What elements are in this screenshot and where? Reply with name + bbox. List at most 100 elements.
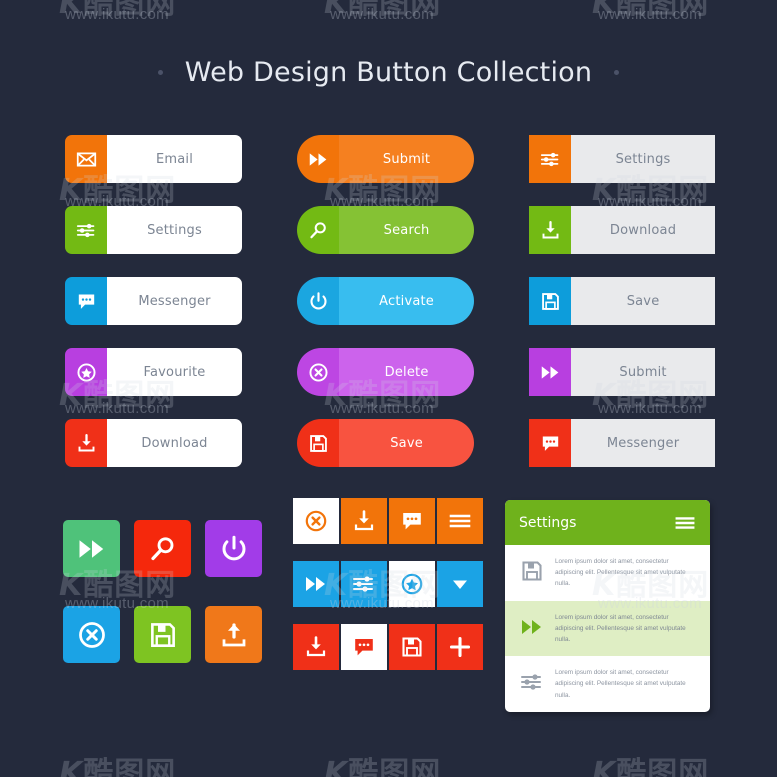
tile-upload[interactable]	[205, 606, 262, 663]
sliders-icon	[65, 206, 107, 254]
button-submit-right[interactable]: Submit	[529, 348, 715, 396]
toolbar-cell-close-circle[interactable]	[293, 498, 339, 544]
settings-panel-title: Settings	[519, 514, 577, 531]
button-label: Messenger	[107, 277, 243, 325]
toolbar-cell-chat[interactable]	[389, 498, 435, 544]
settings-panel-list: Lorem ipsum dolor sit amet, consectetur …	[505, 545, 710, 712]
toolbar-cell-sliders[interactable]	[341, 561, 387, 607]
fast-forward-icon	[297, 135, 340, 183]
button-search-middle[interactable]: Search	[297, 206, 475, 254]
button-label: Submit	[571, 348, 715, 396]
toolbar-cell-floppy[interactable]	[389, 624, 435, 670]
page-title-row: Web Design Button Collection	[0, 57, 777, 88]
button-label: Activate	[339, 277, 475, 325]
settings-list-item-text: Lorem ipsum dolor sit amet, consectetur …	[555, 669, 686, 699]
button-messenger-left[interactable]: Messenger	[65, 277, 243, 325]
fast-forward-icon	[529, 348, 572, 396]
button-label: Search	[339, 206, 475, 254]
toolbar-cell-plus[interactable]	[437, 624, 483, 670]
watermark-logo: K酷图网	[592, 756, 710, 777]
tile-fast-forward[interactable]	[63, 520, 120, 577]
button-label: Messenger	[571, 419, 715, 467]
poster-canvas: www.ikutu.com www.ikutu.com www.ikutu.com w…	[0, 0, 777, 777]
tile-close-circle[interactable]	[63, 606, 120, 663]
button-row: Settings Search Download	[65, 206, 715, 254]
button-favourite-left[interactable]: Favourite	[65, 348, 243, 396]
page-title: Web Design Button Collection	[184, 57, 593, 88]
button-row: Download Save Messenger	[65, 419, 715, 467]
button-row: Email Submit Settings	[65, 135, 715, 183]
chat-icon	[65, 277, 107, 325]
button-messenger-right[interactable]: Messenger	[529, 419, 715, 467]
button-label: Settings	[107, 206, 243, 254]
toolbar-strip	[293, 498, 483, 544]
watermark-logo: K酷图网	[592, 0, 710, 21]
power-icon	[297, 277, 340, 325]
button-download-left[interactable]: Download	[65, 419, 243, 467]
button-delete-middle[interactable]: Delete	[297, 348, 475, 396]
button-label: Submit	[339, 135, 475, 183]
download-icon	[529, 206, 572, 254]
toolbar-strip	[293, 624, 483, 670]
toolbar-cell-chat[interactable]	[341, 624, 387, 670]
tile-power[interactable]	[205, 520, 262, 577]
button-label: Delete	[339, 348, 475, 396]
toolbar-cell-star-circle[interactable]	[389, 561, 435, 607]
sliders-icon	[519, 669, 545, 695]
button-settings-left[interactable]: Settings	[65, 206, 243, 254]
toolbar-cell-fast-forward[interactable]	[293, 561, 339, 607]
settings-list-item[interactable]: Lorem ipsum dolor sit amet, consectetur …	[505, 656, 710, 712]
button-label: Save	[339, 419, 475, 467]
button-label: Settings	[571, 135, 715, 183]
toolbar-cell-download[interactable]	[293, 624, 339, 670]
settings-list-item[interactable]: Lorem ipsum dolor sit amet, consectetur …	[505, 600, 710, 657]
title-dot-right	[614, 70, 620, 75]
star-circle-icon	[65, 348, 107, 396]
button-settings-right[interactable]: Settings	[529, 135, 715, 183]
button-row: Messenger Activate Save	[65, 277, 715, 325]
floppy-icon	[519, 558, 545, 584]
button-label: Save	[571, 277, 715, 325]
settings-list-item-text: Lorem ipsum dolor sit amet, consectetur …	[555, 558, 686, 588]
toolbar-cell-hamburger[interactable]	[437, 498, 483, 544]
button-label: Favourite	[107, 348, 243, 396]
watermark-text: www.ikutu.com	[65, 6, 169, 23]
tile-search[interactable]	[134, 520, 191, 577]
button-save-middle[interactable]: Save	[297, 419, 475, 467]
toolbar-cell-caret-down[interactable]	[437, 561, 483, 607]
button-email-left[interactable]: Email	[65, 135, 243, 183]
tile-row	[63, 520, 262, 577]
tile-row	[63, 606, 262, 663]
floppy-icon	[529, 277, 572, 325]
title-dot-left	[157, 70, 163, 75]
tile-floppy[interactable]	[134, 606, 191, 663]
envelope-icon	[65, 135, 107, 183]
watermark-logo: K酷图网	[324, 756, 442, 777]
button-submit-middle[interactable]: Submit	[297, 135, 475, 183]
icon-toolbar-strips	[293, 498, 483, 687]
button-download-right[interactable]: Download	[529, 206, 715, 254]
sliders-icon	[529, 135, 572, 183]
watermark-logo: K酷图网	[324, 0, 442, 21]
button-activate-middle[interactable]: Activate	[297, 277, 475, 325]
toolbar-cell-download[interactable]	[341, 498, 387, 544]
button-label: Download	[107, 419, 243, 467]
download-icon	[65, 419, 107, 467]
button-label: Download	[571, 206, 715, 254]
settings-panel-header: Settings	[505, 500, 710, 545]
watermark-text: www.ikutu.com	[598, 6, 702, 23]
search-icon	[297, 206, 340, 254]
button-save-right[interactable]: Save	[529, 277, 715, 325]
close-circle-icon	[297, 348, 340, 396]
settings-list-item[interactable]: Lorem ipsum dolor sit amet, consectetur …	[505, 545, 710, 601]
hamburger-icon[interactable]	[674, 512, 696, 534]
floppy-icon	[297, 419, 340, 467]
fast-forward-icon	[519, 614, 545, 640]
watermark-logo: K酷图网	[59, 0, 177, 21]
button-row: Favourite Delete Submit	[65, 348, 715, 396]
watermark-text: www.ikutu.com	[330, 6, 434, 23]
settings-list-item-text: Lorem ipsum dolor sit amet, consectetur …	[555, 613, 686, 644]
button-grid: Email Submit Settings Settings Search Downloa…	[65, 135, 715, 490]
toolbar-strip	[293, 561, 483, 607]
watermark-logo: K酷图网	[59, 756, 177, 777]
